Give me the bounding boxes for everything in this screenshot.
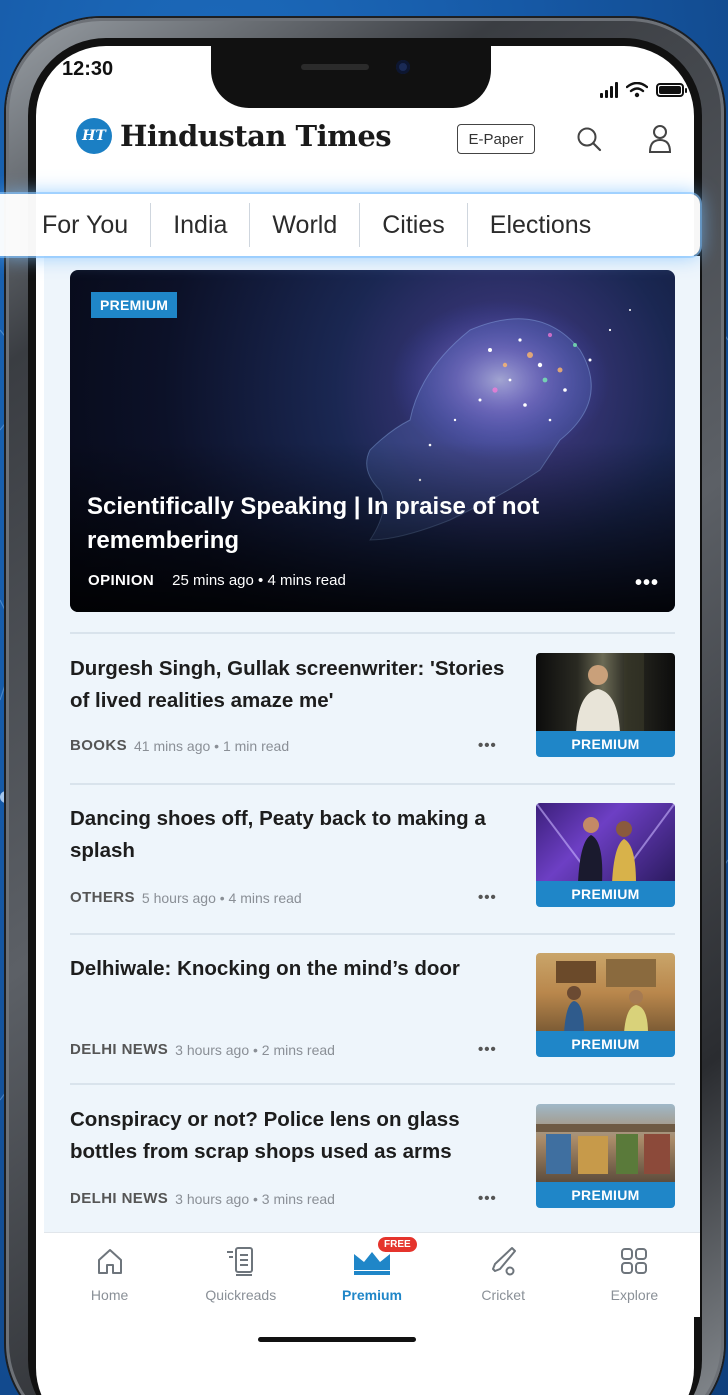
ht-logo-badge: HT xyxy=(76,118,112,154)
premium-label: PREMIUM xyxy=(536,881,675,907)
status-icons xyxy=(600,82,687,98)
article-category[interactable]: DELHI NEWS xyxy=(70,1190,168,1207)
nav-label-premium: Premium xyxy=(342,1287,402,1303)
article-category[interactable]: OTHERS xyxy=(70,889,135,906)
premium-label: PREMIUM xyxy=(536,1182,675,1208)
nav-cricket[interactable]: Cricket xyxy=(438,1233,569,1317)
signal-icon xyxy=(600,82,618,98)
thumbnail-image-portrait xyxy=(536,653,675,733)
category-tabs: For You India World Cities Elections xyxy=(0,194,700,256)
premium-label: PREMIUM xyxy=(536,731,675,757)
article-thumbnail[interactable]: PREMIUM xyxy=(536,1104,675,1208)
more-options-icon[interactable]: ••• xyxy=(635,572,659,595)
premium-label: PREMIUM xyxy=(536,1031,675,1057)
article-thumbnail[interactable]: PREMIUM xyxy=(536,653,675,757)
article-headline[interactable]: Durgesh Singh, Gullak screenwriter: 'Sto… xyxy=(70,653,520,717)
nav-label-home: Home xyxy=(90,1287,129,1303)
status-time: 12:30 xyxy=(62,58,114,80)
hero-category[interactable]: OPINION xyxy=(88,572,154,589)
list-item[interactable]: Dancing shoes off, Peaty back to making … xyxy=(70,803,675,938)
phone-notch xyxy=(211,46,491,108)
article-thumbnail[interactable]: PREMIUM xyxy=(536,953,675,1057)
thumbnail-image-scrap-shop xyxy=(536,1104,675,1184)
logo-text: Hindustan Times xyxy=(120,119,392,153)
more-options-icon[interactable]: ••• xyxy=(478,889,497,906)
quickreads-icon xyxy=(225,1239,257,1283)
speaker-grille xyxy=(301,64,369,70)
article-headline[interactable]: Delhiwale: Knocking on the mind’s door xyxy=(70,953,520,985)
premium-badge: PREMIUM xyxy=(91,292,178,318)
nav-label-cricket: Cricket xyxy=(481,1287,525,1303)
search-icon[interactable] xyxy=(576,126,602,152)
wifi-icon xyxy=(626,82,648,98)
article-time-read: 5 hours ago • 4 mins read xyxy=(141,889,302,906)
list-item[interactable]: Conspiracy or not? Police lens on glass … xyxy=(70,1104,675,1239)
article-meta: BOOKS 41 mins ago • 1 min read xyxy=(70,737,289,754)
street-scene-icon xyxy=(556,959,656,1033)
more-options-icon[interactable]: ••• xyxy=(478,1190,497,1207)
tab-cities[interactable]: Cities xyxy=(360,203,468,247)
bottom-navigation: Home Quickreads FREE Premium Cricket Exp… xyxy=(44,1232,700,1317)
article-headline[interactable]: Dancing shoes off, Peaty back to making … xyxy=(70,803,520,867)
article-meta: OTHERS 5 hours ago • 4 mins read xyxy=(70,889,302,906)
list-item[interactable]: Durgesh Singh, Gullak screenwriter: 'Sto… xyxy=(70,653,675,788)
article-category[interactable]: DELHI NEWS xyxy=(70,1041,168,1058)
user-profile-icon[interactable] xyxy=(648,124,672,154)
home-indicator[interactable] xyxy=(258,1337,416,1342)
nav-label-quickreads: Quickreads xyxy=(205,1287,277,1303)
shop-scene-icon xyxy=(536,1124,675,1174)
thumbnail-image-street xyxy=(536,953,675,1033)
nav-explore[interactable]: Explore xyxy=(569,1233,700,1317)
hero-time-read: 25 mins ago • 4 mins read xyxy=(172,572,346,589)
hero-meta: OPINION 25 mins ago • 4 mins read xyxy=(88,572,346,589)
crown-icon: FREE xyxy=(350,1237,417,1283)
divider xyxy=(70,783,675,785)
divider xyxy=(70,1083,675,1085)
free-badge: FREE xyxy=(378,1237,417,1252)
article-meta: DELHI NEWS 3 hours ago • 3 mins read xyxy=(70,1190,335,1207)
person-silhouette-icon xyxy=(576,653,644,733)
dancers-silhouette-icon xyxy=(536,803,675,884)
home-icon xyxy=(95,1239,125,1283)
nav-label-explore: Explore xyxy=(610,1287,659,1303)
more-options-icon[interactable]: ••• xyxy=(478,737,497,754)
app-header: HT Hindustan Times E-Paper xyxy=(0,112,728,172)
nav-home[interactable]: Home xyxy=(44,1233,175,1317)
nav-premium[interactable]: FREE Premium xyxy=(306,1233,437,1317)
article-headline[interactable]: Conspiracy or not? Police lens on glass … xyxy=(70,1104,520,1168)
article-time-read: 41 mins ago • 1 min read xyxy=(134,737,290,754)
tab-world[interactable]: World xyxy=(250,203,361,247)
hero-headline[interactable]: Scientifically Speaking | In praise of n… xyxy=(87,490,587,558)
article-meta: DELHI NEWS 3 hours ago • 2 mins read xyxy=(70,1041,335,1058)
article-thumbnail[interactable]: PREMIUM xyxy=(536,803,675,907)
nav-quickreads[interactable]: Quickreads xyxy=(175,1233,306,1317)
tab-india[interactable]: India xyxy=(151,203,251,247)
article-time-read: 3 hours ago • 3 mins read xyxy=(175,1190,335,1207)
tab-elections[interactable]: Elections xyxy=(468,203,601,247)
article-time-read: 3 hours ago • 2 mins read xyxy=(175,1041,335,1058)
battery-icon xyxy=(656,83,687,97)
grid-icon xyxy=(619,1239,649,1283)
list-item[interactable]: Delhiwale: Knocking on the mind’s door D… xyxy=(70,953,675,1088)
front-camera xyxy=(396,60,410,74)
more-options-icon[interactable]: ••• xyxy=(478,1041,497,1058)
cricket-bat-icon xyxy=(488,1239,518,1283)
hindustan-times-logo[interactable]: HT Hindustan Times xyxy=(76,118,392,154)
epaper-button[interactable]: E-Paper xyxy=(457,124,535,154)
article-category[interactable]: BOOKS xyxy=(70,737,127,754)
thumbnail-image-dancers xyxy=(536,803,675,884)
hero-article-card[interactable]: PREMIUM Scientifically Speaking | In pra… xyxy=(70,270,675,612)
divider xyxy=(70,933,675,935)
divider xyxy=(70,632,675,634)
tab-for-you[interactable]: For You xyxy=(0,203,152,247)
